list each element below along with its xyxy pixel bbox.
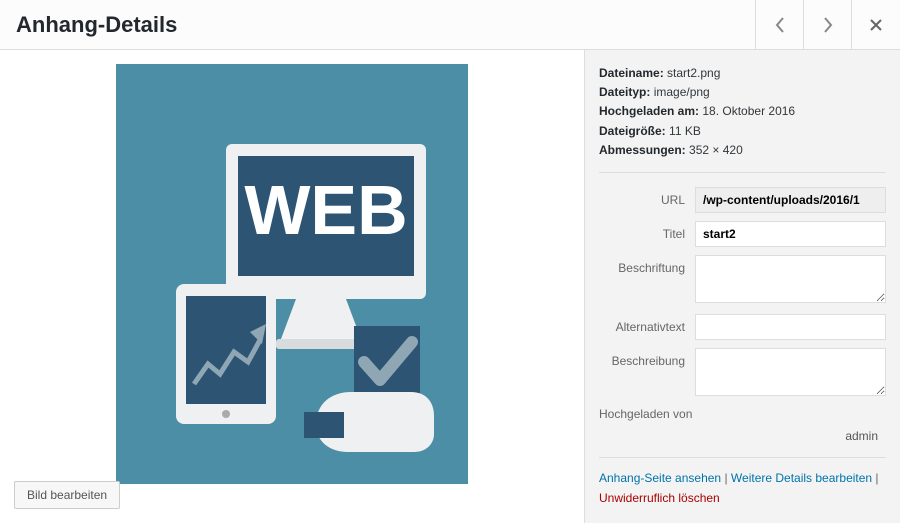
filetype-value: image/png: [654, 85, 710, 99]
filename-value: start2.png: [667, 66, 720, 80]
separator: |: [872, 471, 878, 485]
alt-field[interactable]: [695, 314, 886, 340]
edit-more-details-link[interactable]: Weitere Details bearbeiten: [731, 471, 872, 485]
svg-text:WEB: WEB: [244, 171, 407, 249]
next-button[interactable]: [804, 0, 852, 49]
attachment-preview: WEB: [116, 64, 468, 484]
view-attachment-page-link[interactable]: Anhang-Seite ansehen: [599, 471, 721, 485]
delete-permanently-link[interactable]: Unwiderruflich löschen: [599, 491, 720, 505]
separator: |: [721, 471, 731, 485]
dialog-title: Anhang-Details: [0, 12, 177, 38]
description-label: Beschreibung: [599, 348, 695, 368]
close-icon: [869, 18, 883, 32]
caption-field[interactable]: [695, 255, 886, 303]
dimensions-label: Abmessungen:: [599, 143, 686, 157]
attachment-meta: Dateiname: start2.png Dateityp: image/pn…: [599, 64, 886, 173]
uploaded-on-value: 18. Oktober 2016: [702, 104, 795, 118]
uploaded-by-label: Hochgeladen von: [599, 407, 886, 421]
url-label: URL: [599, 187, 695, 207]
filesize-value: 11 KB: [669, 124, 701, 138]
chevron-left-icon: [775, 16, 785, 34]
attachment-actions: Anhang-Seite ansehen | Weitere Details b…: [599, 457, 886, 509]
close-button[interactable]: [852, 0, 900, 49]
filename-label: Dateiname:: [599, 66, 664, 80]
url-field[interactable]: [695, 187, 886, 213]
caption-label: Beschriftung: [599, 255, 695, 275]
filesize-label: Dateigröße:: [599, 124, 666, 138]
filetype-label: Dateityp:: [599, 85, 650, 99]
title-field[interactable]: [695, 221, 886, 247]
uploaded-on-label: Hochgeladen am:: [599, 104, 699, 118]
chevron-right-icon: [823, 16, 833, 34]
uploaded-by-value: admin: [599, 429, 886, 443]
edit-image-button[interactable]: Bild bearbeiten: [14, 481, 120, 509]
prev-button[interactable]: [756, 0, 804, 49]
alt-label: Alternativtext: [599, 314, 695, 334]
title-label: Titel: [599, 221, 695, 241]
dimensions-value: 352 × 420: [689, 143, 743, 157]
description-field[interactable]: [695, 348, 886, 396]
